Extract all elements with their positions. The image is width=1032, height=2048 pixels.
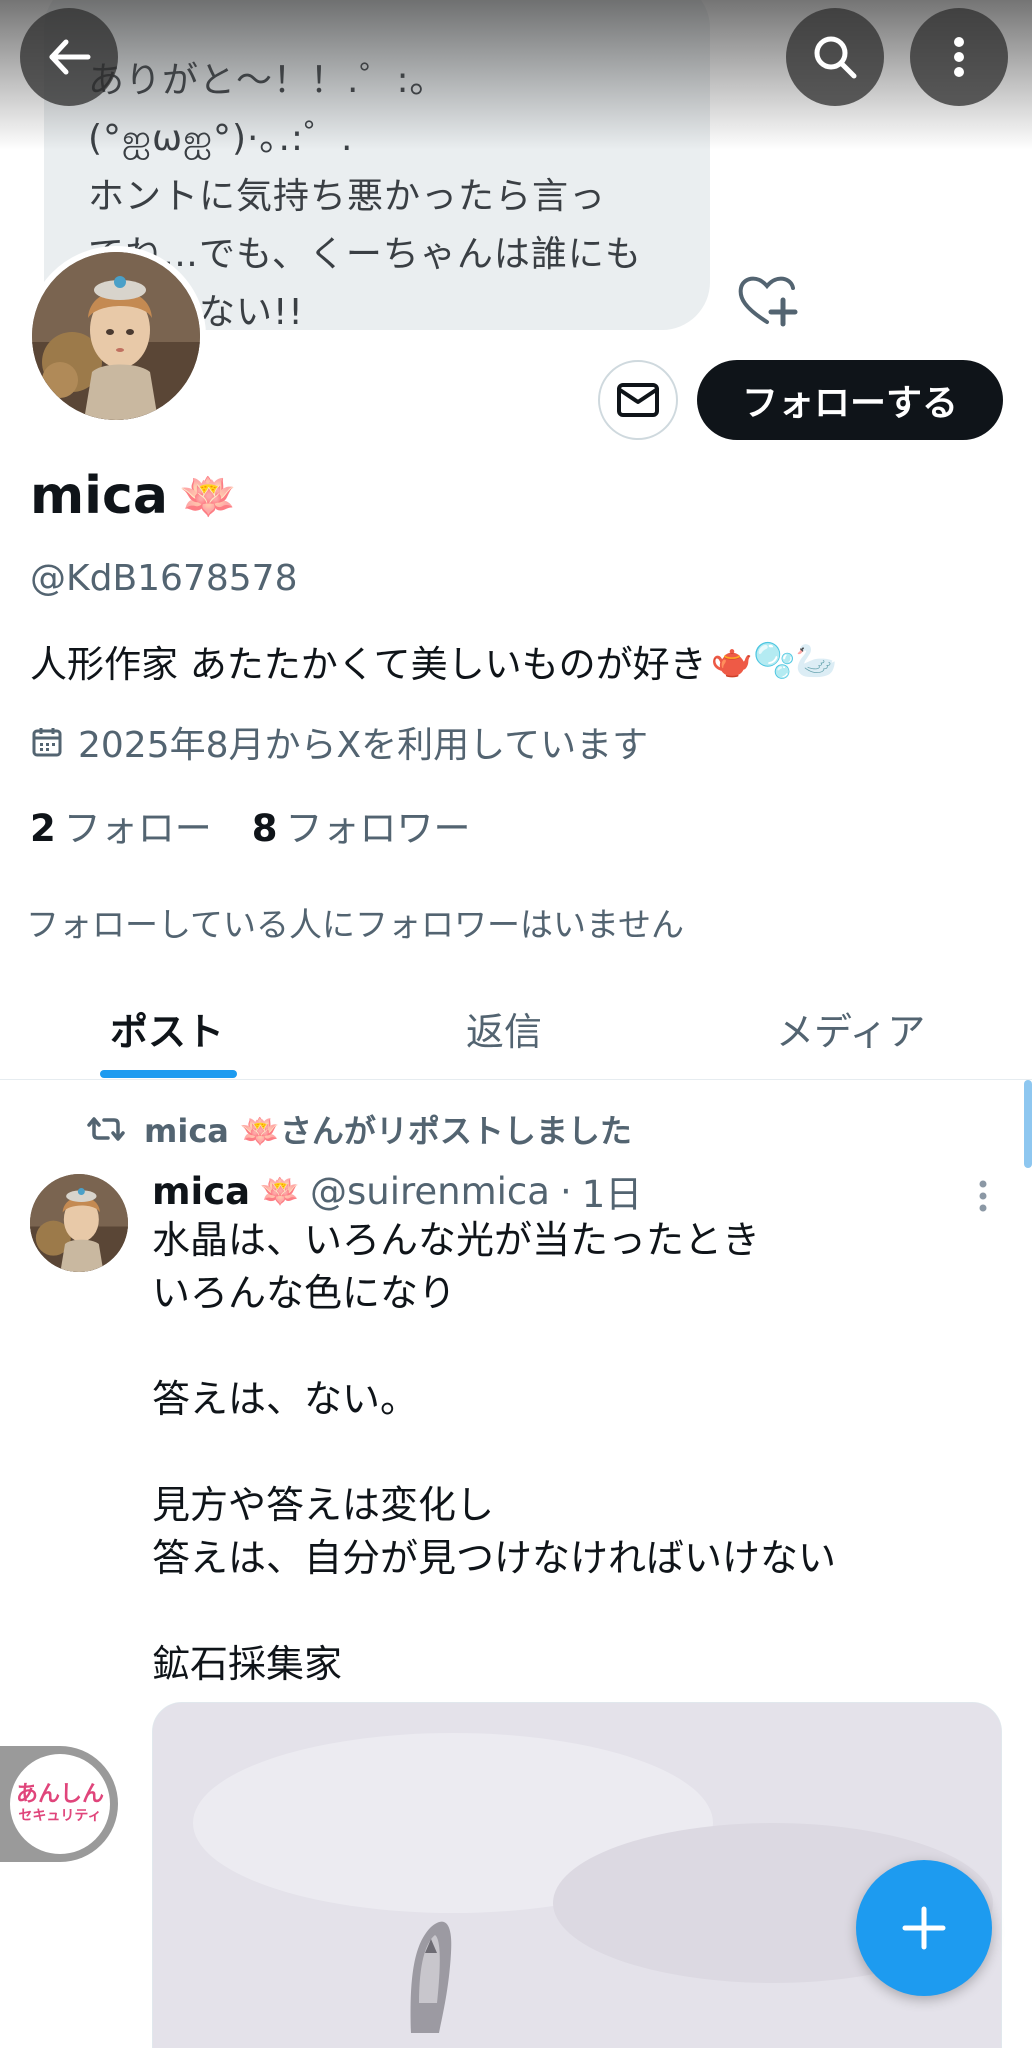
repost-indicator[interactable]: mica 🪷さんがリポストしました	[86, 1106, 632, 1152]
join-date-text: 2025年8月からXを利用しています	[78, 725, 649, 766]
following-label: フォロー	[63, 807, 212, 850]
doll-photo-image	[32, 252, 200, 420]
security-badge-icon: あんしん セキュリティ	[10, 1754, 110, 1854]
post-meta-separator: ·	[559, 1169, 572, 1213]
active-tab-indicator	[100, 1070, 237, 1078]
more-vertical-icon	[954, 37, 964, 77]
post-media-image[interactable]	[152, 1702, 1002, 2048]
tab-replies[interactable]: 返信	[466, 976, 542, 1080]
profile-tabs: ポスト 返信 メディア	[0, 976, 1032, 1080]
display-name-text: mica	[30, 466, 168, 526]
bio-emojis: 🫖🫧🦢	[710, 641, 838, 681]
repost-icon	[87, 1117, 125, 1141]
message-button[interactable]	[598, 360, 678, 440]
post-more-icon[interactable]	[968, 1176, 998, 1216]
search-button[interactable]	[786, 8, 884, 106]
more-options-button[interactable]	[910, 8, 1008, 106]
tab-media[interactable]: メディア	[776, 976, 925, 1080]
post-author-handle[interactable]: @suirenmica	[310, 1170, 550, 1213]
tab-posts[interactable]: ポスト	[110, 976, 224, 1080]
profile-avatar[interactable]	[26, 246, 206, 426]
profile-bio: 人形作家 あたたかくて美しいものが好き 🫖🫧🦢	[30, 634, 838, 688]
security-badge-button[interactable]: あんしん セキュリティ	[0, 1746, 118, 1862]
post-author-name[interactable]: mica	[152, 1170, 250, 1213]
followers-link[interactable]: 8 フォロワー	[252, 798, 471, 852]
following-count: 2	[30, 807, 56, 850]
lotus-emoji: 🪷	[179, 468, 238, 523]
post-header: mica 🪷 @suirenmica · 1日	[152, 1164, 642, 1218]
calendar-icon	[32, 728, 62, 757]
post-author-emoji: 🪷	[260, 1172, 300, 1210]
followers-label: フォロワー	[285, 807, 471, 850]
crystal-photo	[153, 1703, 1001, 2048]
post-text: 水晶は、いろんな光が当たったとき いろんな色になり 答えは、ない。 見方や答えは…	[152, 1218, 837, 1686]
profile-display-name: mica 🪷	[30, 466, 237, 526]
following-link[interactable]: 2 フォロー	[30, 798, 212, 852]
back-button[interactable]	[20, 8, 118, 106]
plus-icon	[902, 1906, 946, 1950]
followers-count: 8	[251, 807, 278, 850]
repost-label: mica 🪷さんがリポストしました	[144, 1112, 632, 1150]
search-icon	[814, 36, 857, 79]
back-arrow-icon	[49, 39, 91, 75]
security-badge-line1: あんしん	[15, 1782, 104, 1807]
bio-text: 人形作家 あたたかくて美しいものが好き	[30, 643, 707, 686]
follow-counts: 2 フォロー 8 フォロワー	[30, 798, 471, 852]
doll-photo-image	[30, 1174, 128, 1272]
post-timestamp[interactable]: 1日	[582, 1164, 643, 1218]
follow-button[interactable]: フォローする	[697, 360, 1003, 440]
profile-handle: @KdB1678578	[30, 558, 298, 599]
join-date: 2025年8月からXを利用しています	[30, 716, 648, 768]
envelope-icon	[617, 383, 659, 417]
post-author-avatar[interactable]	[30, 1174, 128, 1272]
heart-plus-icon	[738, 276, 798, 327]
compose-post-button[interactable]	[856, 1860, 992, 1996]
security-badge-line2: セキュリティ	[18, 1808, 102, 1824]
scrollbar-thumb[interactable]	[1024, 1080, 1032, 1168]
mutual-followers-note: フォローしている人にフォロワーはいません	[26, 905, 685, 944]
